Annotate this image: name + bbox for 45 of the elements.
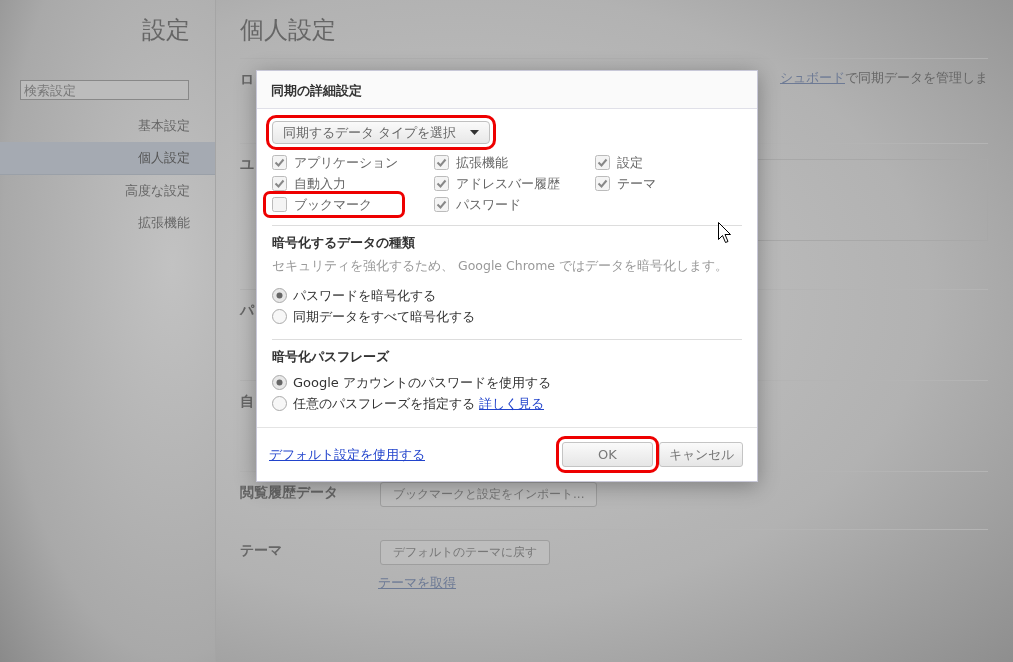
radio-icon[interactable] [272,288,287,303]
checkbox-icon[interactable] [434,155,449,170]
radio-icon[interactable] [272,309,287,324]
section-label: テーマ [240,541,282,560]
radio-icon[interactable] [272,396,287,411]
checkbox-icon[interactable] [272,176,287,191]
checkbox-icon[interactable] [272,155,287,170]
use-defaults-link[interactable]: デフォルト設定を使用する [269,445,425,464]
radio-option[interactable]: パスワードを暗号化する [272,285,436,306]
sidebar-item[interactable]: 高度な設定 [0,175,215,207]
checkbox-icon[interactable] [434,197,449,212]
radio-option[interactable]: 同期データをすべて暗号化する [272,306,475,327]
caret-icon [470,130,480,135]
section-label: 自 [240,392,254,411]
radio-icon[interactable] [272,375,287,390]
sidebar-title: 設定 [141,15,191,46]
checkbox-option[interactable]: パスワード [434,196,521,213]
dialog-button[interactable]: キャンセル [659,442,743,467]
section-label: ユ [240,155,254,174]
dialog-title: 同期の詳細設定 [257,71,757,109]
section-heading: 暗号化パスフレーズ [272,348,389,366]
checkbox-option[interactable]: アドレスバー履歴 [434,175,560,192]
learn-more-link[interactable]: 詳しく見る [479,394,544,413]
section-label: パ [240,301,254,320]
checkbox-option[interactable]: 自動入力 [272,175,346,192]
checkbox-icon[interactable] [434,176,449,191]
sidebar-item[interactable]: 個人設定 [0,142,215,175]
checkbox-option[interactable]: ブックマーク [263,191,405,218]
sidebar-item[interactable]: 拡張機能 [0,207,215,239]
radio-option[interactable]: Google アカウントのパスワードを使用する [272,372,551,393]
checkbox-option[interactable]: 拡張機能 [434,154,508,171]
checkbox-icon[interactable] [272,197,287,212]
section-label: 閲覧履歴データ [240,483,338,502]
section-label: ロ [240,70,254,89]
checkbox-option[interactable]: アプリケーション [272,154,398,171]
checkbox-icon[interactable] [595,176,610,191]
section-heading: 暗号化するデータの種類 [272,234,415,252]
mouse-pointer-icon [718,222,731,243]
checkbox-icon[interactable] [595,155,610,170]
encryption-note: セキュリティを強化するため、 Google Chrome ではデータを暗号化します。 [272,258,730,275]
checkbox-option[interactable]: 設定 [595,154,643,171]
search-field[interactable]: 検索設定 [20,80,189,100]
radio-option[interactable]: 任意のパスフレーズを指定する [272,393,475,414]
page-title: 個人設定 [240,0,988,59]
checkbox-option[interactable]: テーマ [595,175,656,192]
